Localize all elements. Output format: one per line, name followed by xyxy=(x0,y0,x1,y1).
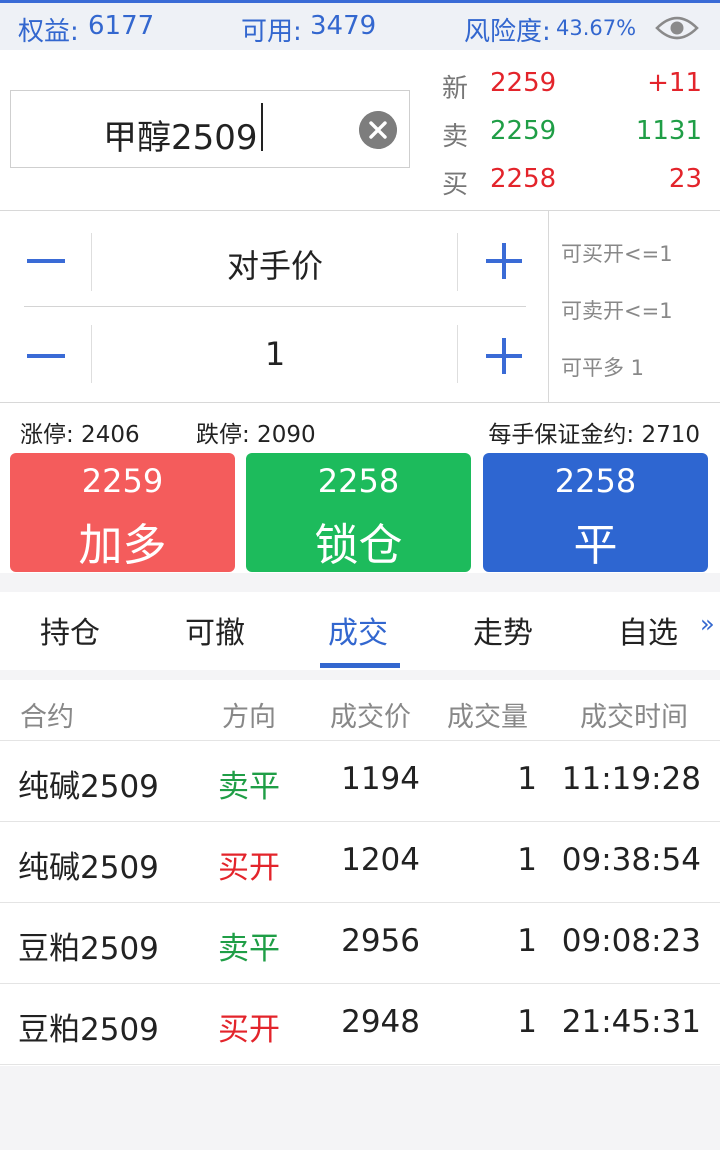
contract-search-value: 甲醇2509 xyxy=(103,118,258,158)
price-stepper: 对手价 xyxy=(0,211,548,307)
lock-position-price: 2258 xyxy=(317,462,400,500)
quantity-field[interactable]: 1 xyxy=(92,335,458,373)
tab-trend[interactable]: 走势 xyxy=(473,608,533,652)
quote-ask-volume: 1131 xyxy=(635,116,702,146)
limit-up: 涨停: 2406 xyxy=(20,422,140,448)
trade-direction: 买开 xyxy=(218,850,280,886)
trade-price: 1204 xyxy=(341,842,420,878)
quantity-minus-icon[interactable] xyxy=(27,354,65,358)
quantity-stepper: 1 xyxy=(0,307,548,403)
close-position-price: 2258 xyxy=(554,462,637,500)
trade-price: 1194 xyxy=(341,761,420,797)
tab-watchlist[interactable]: 自选 xyxy=(618,608,678,652)
price-limits: 涨停: 2406 跌停: 2090 每手保证金约: 2710 xyxy=(0,403,720,453)
divider xyxy=(457,233,458,291)
table-row[interactable]: 豆粕2509 买开 2948 1 21:45:31 xyxy=(0,984,720,1065)
trade-volume: 1 xyxy=(517,1004,537,1040)
quote-panel: 甲醇2509 新 2259 +11 卖 2259 1131 买 2258 23 xyxy=(0,50,720,210)
trade-contract: 纯碱2509 xyxy=(18,850,159,886)
risk-value: 43.67% xyxy=(556,16,637,40)
active-tab-indicator xyxy=(320,663,400,668)
price-mode-field[interactable]: 对手价 xyxy=(92,241,458,287)
can-sell-open: 可卖开<=1 xyxy=(561,299,673,323)
eye-icon[interactable] xyxy=(655,14,699,42)
header-volume: 成交量 xyxy=(447,702,528,733)
order-entry: 对手价 1 可买开<=1 可卖开<=1 可平多 1 xyxy=(0,210,720,403)
quote-change: +11 xyxy=(647,68,702,98)
available-label: 可用: xyxy=(241,17,302,47)
quote-label-ask: 卖 xyxy=(442,122,469,152)
quote-label-last: 新 xyxy=(442,74,469,104)
table-row[interactable]: 纯碱2509 卖平 1194 1 11:19:28 xyxy=(0,741,720,822)
close-position-button[interactable]: 2258 平 xyxy=(483,453,708,572)
quote-row-last: 新 2259 +11 xyxy=(442,68,702,108)
header-price: 成交价 xyxy=(330,702,411,733)
add-long-button[interactable]: 2259 加多 xyxy=(10,453,235,572)
lock-position-label: 锁仓 xyxy=(314,520,403,571)
table-header: 合约 方向 成交价 成交量 成交时间 xyxy=(0,680,720,741)
trade-direction: 买开 xyxy=(218,1012,280,1048)
trade-price: 2956 xyxy=(341,923,420,959)
table-row[interactable]: 豆粕2509 卖平 2956 1 09:08:23 xyxy=(0,903,720,984)
can-close-long: 可平多 1 xyxy=(561,356,645,380)
quote-ask-price: 2259 xyxy=(490,116,557,146)
table-row[interactable]: 纯碱2509 买开 1204 1 09:38:54 xyxy=(0,822,720,903)
tab-trades[interactable]: 成交 xyxy=(328,608,388,652)
risk-label: 风险度: xyxy=(464,17,551,47)
equity-value: 6177 xyxy=(88,11,155,41)
add-long-price: 2259 xyxy=(81,462,164,500)
limit-down: 跌停: 2090 xyxy=(196,422,316,448)
quote-label-bid: 买 xyxy=(442,170,469,200)
quantity-plus-icon[interactable] xyxy=(486,338,522,374)
tab-cancellable[interactable]: 可撤 xyxy=(185,608,245,652)
trade-time: 09:38:54 xyxy=(561,842,701,878)
quote-bid-price: 2258 xyxy=(490,164,557,194)
header-contract: 合约 xyxy=(20,702,74,733)
quote-row-ask: 卖 2259 1131 xyxy=(442,116,702,156)
trade-contract: 豆粕2509 xyxy=(18,931,159,967)
price-minus-icon[interactable] xyxy=(27,259,65,263)
trades-table: 合约 方向 成交价 成交量 成交时间 纯碱2509 卖平 1194 1 11:1… xyxy=(0,680,720,1066)
trade-time: 21:45:31 xyxy=(561,1004,701,1040)
equity-label: 权益: xyxy=(18,17,79,47)
trade-direction: 卖平 xyxy=(218,931,280,967)
clear-circle-icon[interactable] xyxy=(359,111,397,149)
trade-time: 11:19:28 xyxy=(561,761,701,797)
trade-volume: 1 xyxy=(517,842,537,878)
trade-price: 2948 xyxy=(341,1004,420,1040)
price-plus-icon[interactable] xyxy=(486,243,522,279)
action-buttons: 2259 加多 2258 锁仓 2258 平 xyxy=(0,453,720,573)
close-position-label: 平 xyxy=(573,520,618,571)
account-bar: 权益: 6177 可用: 3479 风险度: 43.67% xyxy=(0,0,720,50)
trade-volume: 1 xyxy=(517,923,537,959)
contract-search-field[interactable]: 甲醇2509 xyxy=(10,90,410,168)
quote-row-bid: 买 2258 23 xyxy=(442,164,702,204)
text-caret xyxy=(261,103,263,151)
tab-positions[interactable]: 持仓 xyxy=(40,608,100,652)
trade-volume: 1 xyxy=(517,761,537,797)
can-buy-open: 可买开<=1 xyxy=(561,242,673,266)
divider xyxy=(457,325,458,383)
add-long-label: 加多 xyxy=(78,520,167,571)
available-value: 3479 xyxy=(310,11,377,41)
header-time: 成交时间 xyxy=(580,702,688,733)
quote-last-price: 2259 xyxy=(490,68,557,98)
lock-position-button[interactable]: 2258 锁仓 xyxy=(246,453,471,572)
trade-contract: 纯碱2509 xyxy=(18,769,159,805)
trade-contract: 豆粕2509 xyxy=(18,1012,159,1048)
trade-direction: 卖平 xyxy=(218,769,280,805)
tab-bar: 持仓 可撤 成交 走势 自选 » xyxy=(0,592,720,670)
more-tabs-icon[interactable]: » xyxy=(700,610,715,638)
position-capacity-panel: 可买开<=1 可卖开<=1 可平多 1 xyxy=(548,211,720,403)
quote-bid-volume: 23 xyxy=(668,164,702,194)
trade-time: 09:08:23 xyxy=(561,923,701,959)
margin-per-lot: 每手保证金约: 2710 xyxy=(488,422,700,448)
header-direction: 方向 xyxy=(222,702,276,733)
